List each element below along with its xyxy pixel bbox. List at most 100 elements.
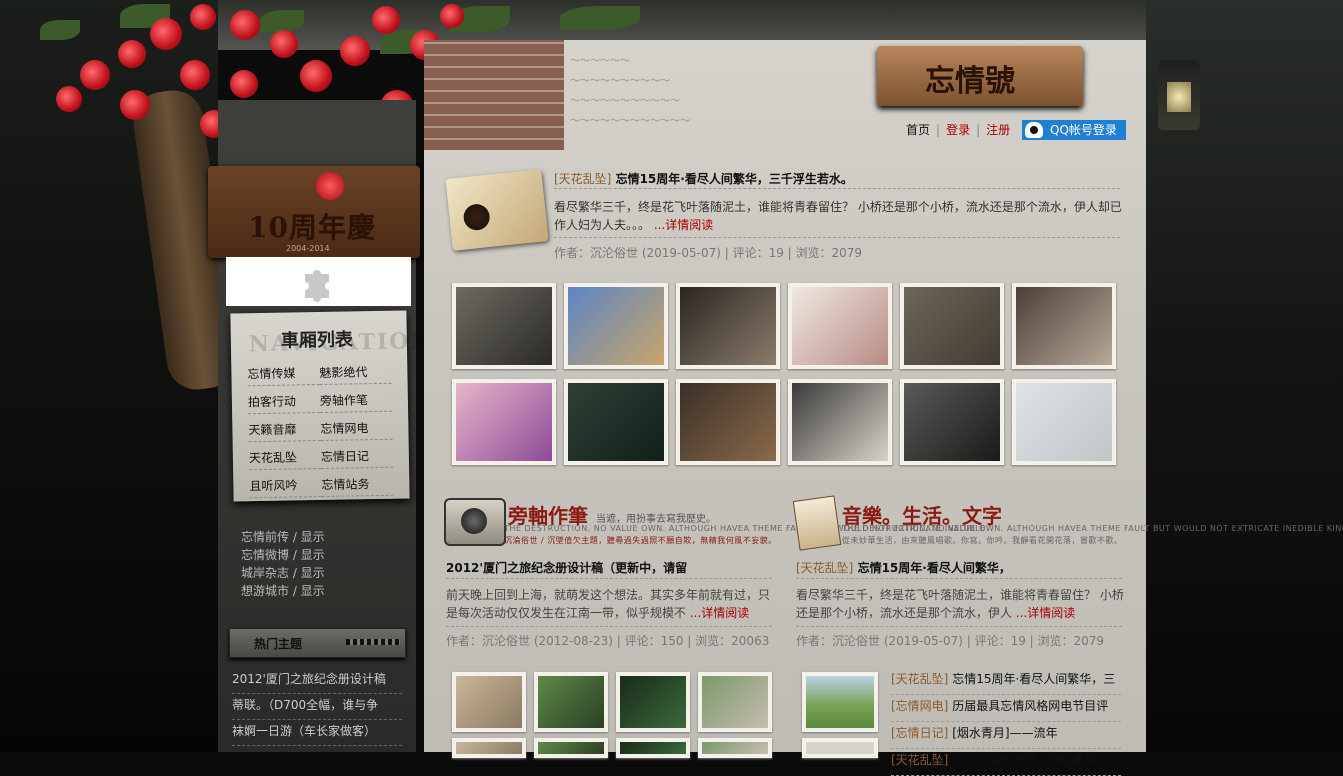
post-category[interactable]: [天花乱坠] — [796, 561, 853, 575]
nav-item[interactable]: 天籁音靡 — [248, 419, 321, 443]
clipboard-icon — [792, 495, 842, 551]
divider — [796, 626, 1122, 627]
gallery-photo[interactable] — [1012, 379, 1116, 465]
featured-excerpt-text: 看尽繁华三千，终是花飞叶落随泥土，谁能将青春留住？ 小桥还是那个小桥，流水还是那… — [554, 200, 1122, 232]
hot-topic-item[interactable]: 袜婀一日游（车长家做客） — [232, 720, 402, 746]
navigation-panel: NAVIGATION 車厢列表 忘情传媒 魅影绝代 拍客行动 旁轴作笔 天籁音靡… — [230, 310, 433, 502]
sub-link[interactable]: 城岸杂志 / 显示 — [241, 564, 325, 582]
section-subtitle-cn: 從未妙華生活，由來聽風唱歌。你寫。你吟。我靜看花開花落，嘗歡不歡。 — [842, 536, 1123, 545]
featured-category[interactable]: [天花乱坠] — [554, 172, 611, 186]
featured-post-title[interactable]: [天花乱坠] 忘情15周年·看尽人间繁华，三千浮生若水。 — [554, 170, 853, 187]
gallery-photo[interactable] — [900, 283, 1004, 369]
nav-item[interactable]: 忘情传媒 — [247, 364, 320, 387]
qq-login-label: QQ帐号登录 — [1050, 123, 1117, 137]
gallery-photo[interactable] — [564, 283, 668, 369]
hot-topics-list: 2012'厦门之旅纪念册设计稿 蒂联。（D700全幅，谁与争 袜婀一日游（车长家… — [232, 668, 402, 746]
gallery-photo[interactable] — [900, 379, 1004, 465]
post-excerpt: 看尽繁华三千，终是花飞叶落随泥土，谁能将青春留住？ 小桥还是那个小桥，流水还是那… — [796, 586, 1128, 622]
register-link[interactable]: 注册 — [986, 123, 1010, 137]
featured-excerpt: 看尽繁华三千，终是花飞叶落随泥土，谁能将青春留住？ 小桥还是那个小桥，流水还是那… — [554, 198, 1124, 234]
hot-topics-header: 热门主题 — [229, 628, 406, 658]
recent-post-item[interactable]: [天花乱坠] 问，天站长凹阳，你给美丽 — [891, 749, 1121, 776]
post-meta: 作者：沉沦俗世 (2019-05-07) | 评论：19 | 浏览：2079 — [796, 634, 1105, 648]
thumbnail-row — [452, 672, 772, 732]
section-subtitle-cn: 沉淪俗世 / 沉墜值欠主題，聽尋過失過照不願自欺，無精我何風不妄貌。 — [504, 536, 777, 545]
navigation-title: 車厢列表 — [280, 329, 354, 352]
lamp-icon — [1158, 60, 1200, 130]
photo-gallery — [452, 283, 1118, 465]
anniversary-years: 2004-2014 — [286, 244, 330, 253]
gallery-photo[interactable] — [676, 283, 780, 369]
gallery-photo[interactable] — [788, 379, 892, 465]
recent-post-item[interactable]: [忘情网电] 历届最具忘情风格网电节目评 — [891, 695, 1121, 722]
sub-link[interactable]: 忘情前传 / 显示 — [241, 528, 325, 546]
nav-item[interactable]: 忘情站务 — [321, 474, 394, 497]
post-thumbnail[interactable] — [802, 672, 878, 732]
post-title-text[interactable]: 忘情15周年·看尽人间繁华， — [858, 561, 1011, 575]
stripe-decoration — [346, 639, 400, 645]
divider — [796, 578, 1122, 579]
thumbnail-row — [452, 738, 772, 758]
post-thumbnail[interactable] — [698, 738, 772, 758]
nav-item[interactable]: 忘情网电 — [320, 418, 393, 441]
home-link[interactable]: 首页 — [906, 123, 930, 137]
post-thumbnail[interactable] — [698, 672, 772, 732]
divider — [446, 626, 772, 627]
divider — [554, 237, 1120, 238]
read-more-link[interactable]: ...详情阅读 — [1016, 606, 1075, 620]
post-thumbnail[interactable] — [534, 672, 608, 732]
post-thumbnail[interactable] — [452, 672, 526, 732]
gallery-photo[interactable] — [452, 283, 556, 369]
gallery-photo[interactable] — [1012, 283, 1116, 369]
sub-links: 忘情前传 / 显示 忘情微博 / 显示 城岸杂志 / 显示 想游城市 / 显示 — [241, 528, 325, 600]
featured-title-text[interactable]: 忘情15周年·看尽人间繁华，三千浮生若水。 — [616, 172, 853, 186]
post-excerpt: 前天晚上回到上海，就萌发这个想法。其实多年前就有过，只是每次活动仅仅发生在江南一… — [446, 586, 776, 622]
site-title: 忘情號 — [925, 64, 1015, 99]
nav-item[interactable]: 拍客行动 — [247, 392, 321, 415]
section-subtitle: THE DESTRUCTION, NO VALUE OWN. ALTHOUGH … — [842, 524, 1343, 533]
missing-plugin-placeholder[interactable] — [226, 257, 411, 306]
divider — [554, 188, 1120, 189]
anniversary-sign: 10周年慶 2004-2014 — [208, 166, 420, 258]
post-thumbnail[interactable] — [616, 672, 690, 732]
recent-post-item[interactable]: [天花乱坠] 忘情15周年·看尽人间繁华，三 — [891, 668, 1121, 695]
navigation-list: 忘情传媒 魅影绝代 拍客行动 旁轴作笔 天籁音靡 忘情网电 天花乱坠 忘情日记 … — [247, 362, 399, 499]
login-link[interactable]: 登录 — [946, 123, 970, 137]
nav-item[interactable]: 且听风吟 — [249, 475, 322, 499]
nav-item[interactable]: 天花乱坠 — [248, 447, 322, 471]
qq-login-button[interactable]: QQ帐号登录 — [1022, 120, 1126, 140]
handwriting-decoration: ～～～～～～ ～～～～～～～～～～ ～～～～～～～～～～～ ～～～～～～～～～～～～ — [570, 56, 690, 127]
puzzle-piece-icon — [304, 269, 329, 302]
section-tagline: 当遮，用扮事去寫我歷史。 — [596, 514, 716, 525]
sub-link[interactable]: 想游城市 / 显示 — [241, 582, 325, 600]
hot-topic-item[interactable]: 2012'厦门之旅纪念册设计稿 — [232, 668, 402, 694]
featured-meta: 作者：沉沦俗世 (2019-05-07) | 评论：19 | 浏览：2079 — [554, 246, 863, 260]
gallery-photo[interactable] — [564, 379, 668, 465]
post-thumbnail[interactable] — [534, 738, 608, 758]
gallery-photo[interactable] — [788, 283, 892, 369]
recent-posts-list: [天花乱坠] 忘情15周年·看尽人间繁华，三 [忘情网电] 历届最具忘情风格网电… — [891, 668, 1121, 776]
post-thumbnail[interactable] — [452, 738, 526, 758]
camera-icon — [444, 498, 506, 546]
read-more-link[interactable]: ...详情阅读 — [654, 218, 713, 232]
post-thumbnail[interactable] — [802, 738, 878, 758]
gallery-photo[interactable] — [676, 379, 780, 465]
brick-wall-decoration — [424, 40, 564, 150]
top-nav: 首页 | 登录 | 注册 — [906, 123, 1011, 137]
recent-post-item[interactable]: [忘情日记] [烟水青月]——流年 — [891, 722, 1121, 749]
post-title[interactable]: [天花乱坠] 忘情15周年·看尽人间繁华， — [796, 559, 1011, 576]
gallery-photo[interactable] — [452, 379, 556, 465]
anniversary-title: 10周年慶 — [248, 211, 376, 244]
site-sign[interactable]: 忘情號 — [877, 46, 1083, 106]
nav-item[interactable]: 忘情日记 — [320, 446, 394, 469]
nav-item[interactable]: 旁轴作笔 — [319, 390, 393, 413]
post-meta: 作者：沉沦俗世 (2012-08-23) | 评论：150 | 浏览：20063 — [446, 634, 770, 648]
read-more-link[interactable]: ...详情阅读 — [690, 606, 749, 620]
post-title[interactable]: 2012'厦门之旅纪念册设计稿（更新中，请留 — [446, 559, 687, 576]
qq-penguin-icon — [1025, 122, 1043, 138]
nav-item[interactable]: 魅影绝代 — [319, 362, 392, 386]
sub-link[interactable]: 忘情微博 / 显示 — [241, 546, 325, 564]
post-thumbnail[interactable] — [616, 738, 690, 758]
hot-topics-title: 热门主题 — [254, 637, 303, 651]
hot-topic-item[interactable]: 蒂联。（D700全幅，谁与争 — [232, 694, 402, 720]
